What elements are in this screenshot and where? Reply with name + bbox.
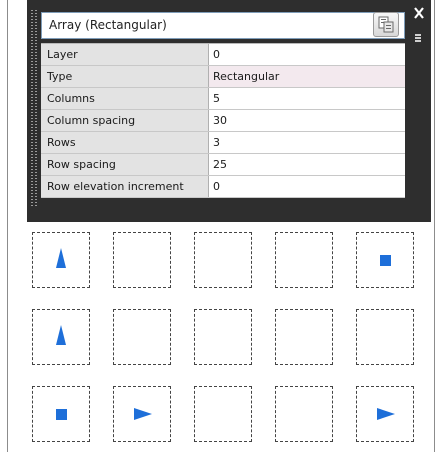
property-row-layer[interactable]: Layer 0 <box>41 44 405 66</box>
quick-select-icon[interactable] <box>373 12 399 37</box>
triangle-right-icon <box>377 408 395 420</box>
property-label: Columns <box>41 88 209 109</box>
property-row-column-spacing[interactable]: Column spacing 30 <box>41 110 405 132</box>
array-cell <box>113 309 171 365</box>
object-type-dropdown[interactable]: Array (Rectangular) <box>41 12 405 39</box>
triangle-right-icon <box>134 408 152 420</box>
array-cell <box>356 386 414 442</box>
property-label: Row elevation increment <box>41 176 209 197</box>
property-row-columns[interactable]: Columns 5 <box>41 88 405 110</box>
array-cell <box>356 232 414 288</box>
property-label: Column spacing <box>41 110 209 131</box>
triangle-up-icon <box>56 325 66 345</box>
triangle-up-icon <box>56 248 66 268</box>
property-value[interactable]: 30 <box>209 110 405 131</box>
property-row-row-spacing[interactable]: Row spacing 25 <box>41 154 405 176</box>
array-cell <box>32 309 90 365</box>
array-cell <box>32 386 90 442</box>
array-cell <box>356 309 414 365</box>
window-frame-right <box>434 0 441 452</box>
property-value[interactable]: 0 <box>209 176 405 197</box>
property-label: Type <box>41 66 209 87</box>
property-row-type[interactable]: Type Rectangular <box>41 66 405 88</box>
array-cell <box>194 309 252 365</box>
array-cell <box>113 386 171 442</box>
array-cell <box>275 232 333 288</box>
property-label: Layer <box>41 44 209 65</box>
property-value[interactable]: 3 <box>209 132 405 153</box>
square-icon <box>380 255 391 266</box>
properties-palette: Array (Rectangular) Layer 0 Type Rectang… <box>27 0 431 222</box>
square-icon <box>56 409 67 420</box>
array-cell <box>275 309 333 365</box>
property-label: Rows <box>41 132 209 153</box>
property-value[interactable]: 25 <box>209 154 405 175</box>
property-label: Row spacing <box>41 154 209 175</box>
array-cell <box>113 232 171 288</box>
palette-grip-handle[interactable] <box>30 10 38 208</box>
property-row-row-elevation-increment[interactable]: Row elevation increment 0 <box>41 176 405 198</box>
array-cell <box>275 386 333 442</box>
properties-table: Layer 0 Type Rectangular Columns 5 Colum… <box>41 43 405 198</box>
property-row-rows[interactable]: Rows 3 <box>41 132 405 154</box>
array-cell <box>32 232 90 288</box>
property-value[interactable]: 0 <box>209 44 405 65</box>
window-frame-left <box>0 0 8 452</box>
object-type-label: Array (Rectangular) <box>49 18 167 32</box>
array-cell <box>194 232 252 288</box>
close-icon[interactable] <box>411 5 427 21</box>
array-cell <box>194 386 252 442</box>
property-value[interactable]: Rectangular <box>209 66 405 87</box>
palette-options-icon[interactable] <box>413 28 423 42</box>
property-value[interactable]: 5 <box>209 88 405 109</box>
